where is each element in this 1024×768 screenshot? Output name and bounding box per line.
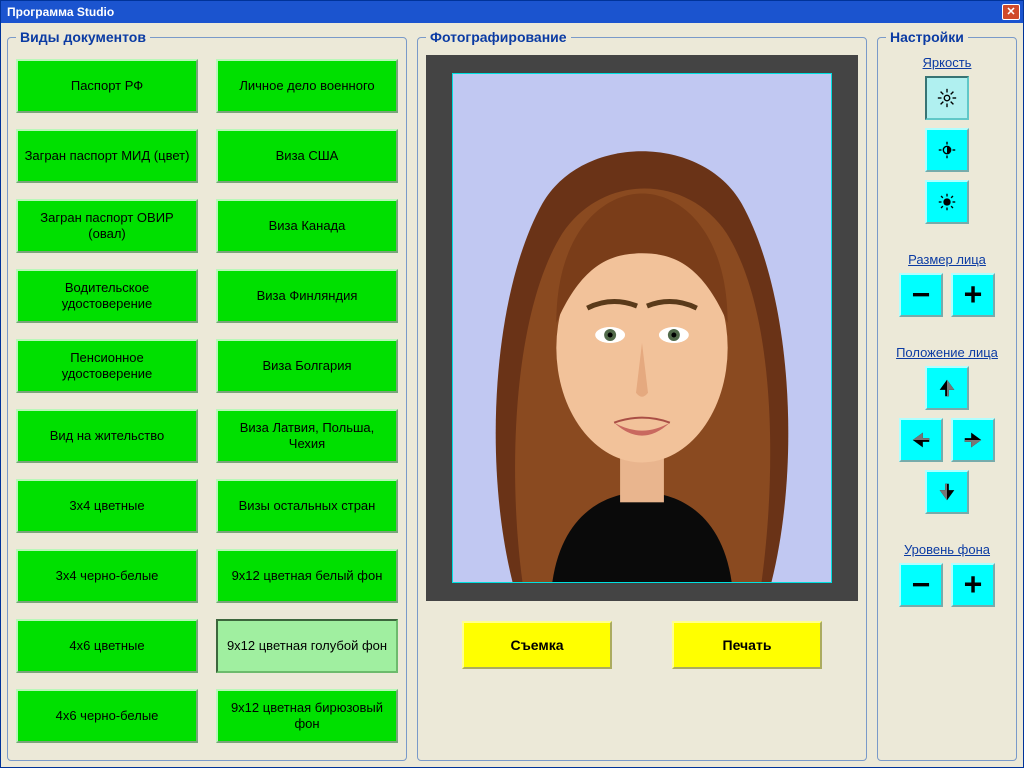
photo-preview bbox=[452, 73, 832, 583]
doc-type-button[interactable]: 4x6 цветные bbox=[16, 619, 198, 673]
bg-level-decrease-button[interactable]: − bbox=[899, 563, 943, 607]
brightness-mid-button[interactable] bbox=[925, 128, 969, 172]
minus-icon: − bbox=[912, 570, 930, 600]
doc-type-button[interactable]: Водительское удостоверение bbox=[16, 269, 198, 323]
bg-level-label: Уровень фона bbox=[904, 542, 990, 557]
close-icon: ✕ bbox=[1006, 7, 1015, 18]
photo-panel-title: Фотографирование bbox=[426, 29, 571, 45]
brightness-high-button[interactable] bbox=[925, 76, 969, 120]
window-title: Программа Studio bbox=[7, 5, 114, 19]
print-button[interactable]: Печать bbox=[672, 621, 822, 669]
doc-type-button[interactable]: Вид на жительство bbox=[16, 409, 198, 463]
doc-type-button[interactable]: Виза Финляндия bbox=[216, 269, 398, 323]
doc-type-button[interactable]: 4x6 черно-белые bbox=[16, 689, 198, 743]
face-size-label: Размер лица bbox=[908, 252, 986, 267]
settings-title: Настройки bbox=[886, 29, 968, 45]
minus-icon: − bbox=[912, 280, 930, 310]
doc-type-button[interactable]: 9x12 цветная бирюзовый фон bbox=[216, 689, 398, 743]
sun-half-icon bbox=[936, 139, 958, 161]
doc-type-button[interactable]: 9x12 цветная белый фон bbox=[216, 549, 398, 603]
capture-button[interactable]: Съемка bbox=[462, 621, 612, 669]
doc-type-button[interactable]: Загран паспорт МИД (цвет) bbox=[16, 129, 198, 183]
document-types-title: Виды документов bbox=[16, 29, 150, 45]
doc-type-button[interactable]: Пенсионное удостоверение bbox=[16, 339, 198, 393]
plus-icon: + bbox=[964, 570, 982, 600]
doc-type-button-selected[interactable]: 9x12 цветная голубой фон bbox=[216, 619, 398, 673]
sun-dark-icon bbox=[936, 191, 958, 213]
face-size-increase-button[interactable]: + bbox=[951, 273, 995, 317]
settings-panel: Настройки Яркость bbox=[877, 29, 1017, 761]
face-move-left-button[interactable] bbox=[899, 418, 943, 462]
title-bar: Программа Studio ✕ bbox=[1, 1, 1023, 23]
brightness-low-button[interactable] bbox=[925, 180, 969, 224]
document-types-panel: Виды документов Паспорт РФ Личное дело в… bbox=[7, 29, 407, 761]
face-size-decrease-button[interactable]: − bbox=[899, 273, 943, 317]
doc-type-button[interactable]: Виза Канада bbox=[216, 199, 398, 253]
doc-type-button[interactable]: Виза Латвия, Польша, Чехия bbox=[216, 409, 398, 463]
doc-type-button[interactable]: Личное дело военного bbox=[216, 59, 398, 113]
close-button[interactable]: ✕ bbox=[1002, 4, 1020, 20]
doc-type-button[interactable]: Визы остальных стран bbox=[216, 479, 398, 533]
face-move-up-button[interactable] bbox=[925, 366, 969, 410]
face-position-label: Положение лица bbox=[896, 345, 998, 360]
portrait-placeholder-icon bbox=[453, 74, 831, 582]
doc-type-button[interactable]: 3x4 черно-белые bbox=[16, 549, 198, 603]
arrow-right-icon bbox=[962, 429, 984, 451]
doc-type-button[interactable]: Загран паспорт ОВИР (овал) bbox=[16, 199, 198, 253]
arrow-left-icon bbox=[910, 429, 932, 451]
sun-bright-icon bbox=[936, 87, 958, 109]
face-move-down-button[interactable] bbox=[925, 470, 969, 514]
plus-icon: + bbox=[964, 280, 982, 310]
doc-type-button[interactable]: Виза США bbox=[216, 129, 398, 183]
photo-panel: Фотографирование bbox=[417, 29, 867, 761]
doc-type-button[interactable]: Паспорт РФ bbox=[16, 59, 198, 113]
arrow-down-icon bbox=[936, 481, 958, 503]
brightness-label: Яркость bbox=[923, 55, 972, 70]
doc-type-button[interactable]: 3x4 цветные bbox=[16, 479, 198, 533]
photo-frame bbox=[426, 55, 858, 601]
face-move-right-button[interactable] bbox=[951, 418, 995, 462]
bg-level-increase-button[interactable]: + bbox=[951, 563, 995, 607]
arrow-up-icon bbox=[936, 377, 958, 399]
doc-type-button[interactable]: Виза Болгария bbox=[216, 339, 398, 393]
